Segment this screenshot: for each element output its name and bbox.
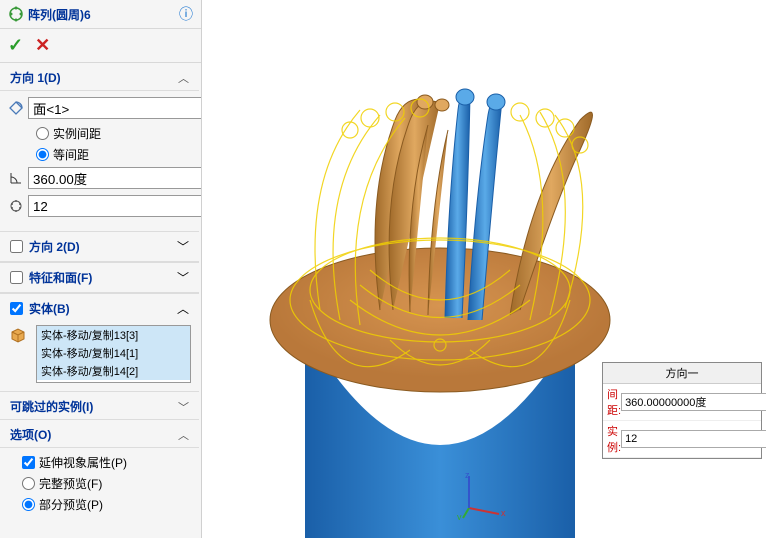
panel-title: 阵列(圆周)6 xyxy=(28,6,179,23)
section-options-header[interactable]: 选项(O) ︿ xyxy=(0,420,199,448)
list-item[interactable]: 实体-移动/复制13[3] xyxy=(37,326,190,344)
section-bodies-body: 实体-移动/复制13[3] 实体-移动/复制14[1] 实体-移动/复制14[2… xyxy=(0,323,199,391)
svg-text:y: y xyxy=(457,512,462,520)
axis-icon[interactable] xyxy=(8,98,24,118)
callout-header: 方向一 xyxy=(603,363,761,384)
callout-instance-spinner[interactable]: ▲▼ xyxy=(621,430,766,448)
circular-pattern-icon xyxy=(8,6,24,22)
chevron-down-icon: ﹀ xyxy=(177,269,189,286)
section-title: 实体(B) xyxy=(29,300,177,317)
axis-input[interactable] xyxy=(28,97,201,119)
option-label: 完整预览(F) xyxy=(39,475,102,492)
section-title: 特征和面(F) xyxy=(29,269,177,286)
cancel-button[interactable]: ✕ xyxy=(35,35,50,56)
option-partial-preview[interactable]: 部分预览(P) xyxy=(22,496,191,513)
partial-preview-radio[interactable] xyxy=(22,498,35,511)
chevron-down-icon: ﹀ xyxy=(178,399,189,415)
bodies-listbox[interactable]: 实体-移动/复制13[3] 实体-移动/复制14[1] 实体-移动/复制14[2… xyxy=(36,325,191,383)
radio-equal-input[interactable] xyxy=(36,148,49,161)
count-icon xyxy=(8,196,24,216)
option-full-preview[interactable]: 完整预览(F) xyxy=(22,475,191,492)
viewport-3d[interactable]: x y z 方向一 间距: ▲▼ 实例: ▲▼ xyxy=(202,0,766,538)
option-label: 部分预览(P) xyxy=(39,496,103,513)
count-spinner[interactable]: ▲▼ xyxy=(28,195,201,217)
radio-instance-spacing[interactable]: 实例间距 xyxy=(36,125,191,142)
full-preview-radio[interactable] xyxy=(22,477,35,490)
chevron-up-icon: ︿ xyxy=(177,300,189,317)
angle-spinner[interactable]: ▲▼ xyxy=(28,167,201,189)
property-panel: 阵列(圆周)6 ⓘ ✓ ✕ 方向 1(D) ︿ 实例间距 等间距 xyxy=(0,0,202,538)
section-direction1-body: 实例间距 等间距 ▲▼ ▲▼ xyxy=(0,91,199,231)
ok-button[interactable]: ✓ xyxy=(8,35,23,56)
bodies-checkbox[interactable] xyxy=(10,302,23,315)
angle-input[interactable] xyxy=(28,167,201,189)
callout-spacing-spinner[interactable]: ▲▼ xyxy=(621,393,766,411)
svg-text:x: x xyxy=(501,508,506,518)
callout-instance-label: 实例: xyxy=(607,423,621,455)
section-options-body: 延伸视象属性(P) 完整预览(F) 部分预览(P) xyxy=(0,448,199,525)
section-skip-header[interactable]: 可跳过的实例(I) ﹀ xyxy=(0,391,199,420)
count-input[interactable] xyxy=(28,195,201,217)
option-propagate[interactable]: 延伸视象属性(P) xyxy=(22,454,191,471)
radio-label: 等间距 xyxy=(53,146,89,163)
callout-spacing-input[interactable] xyxy=(621,393,766,411)
help-icon[interactable]: ⓘ xyxy=(179,4,193,24)
direction-callout[interactable]: 方向一 间距: ▲▼ 实例: ▲▼ xyxy=(602,362,762,459)
features-checkbox[interactable] xyxy=(10,271,23,284)
panel-body: 方向 1(D) ︿ 实例间距 等间距 ▲▼ xyxy=(0,63,201,538)
body-icon xyxy=(8,325,28,345)
list-item[interactable]: 实体-移动/复制14[2] xyxy=(37,362,190,380)
list-item[interactable]: 实体-移动/复制14[1] xyxy=(37,344,190,362)
angle-icon xyxy=(8,168,24,188)
chevron-up-icon: ︿ xyxy=(178,70,189,86)
svg-text:z: z xyxy=(465,470,470,480)
panel-header: 阵列(圆周)6 ⓘ xyxy=(0,0,201,29)
axis-triad: x y z xyxy=(457,470,507,523)
section-title: 方向 2(D) xyxy=(29,238,177,255)
callout-instance-input[interactable] xyxy=(621,430,766,448)
direction2-checkbox[interactable] xyxy=(10,240,23,253)
propagate-checkbox[interactable] xyxy=(22,456,35,469)
radio-label: 实例间距 xyxy=(53,125,101,142)
option-label: 延伸视象属性(P) xyxy=(39,454,127,471)
chevron-up-icon: ︿ xyxy=(178,427,189,443)
section-title: 方向 1(D) xyxy=(10,69,61,86)
radio-equal-spacing[interactable]: 等间距 xyxy=(36,146,191,163)
section-title: 可跳过的实例(I) xyxy=(10,398,93,415)
chevron-down-icon: ﹀ xyxy=(177,238,189,255)
section-direction2[interactable]: 方向 2(D) ﹀ xyxy=(0,231,199,262)
section-direction1-header[interactable]: 方向 1(D) ︿ xyxy=(0,63,199,91)
radio-instance-input[interactable] xyxy=(36,127,49,140)
confirm-bar: ✓ ✕ xyxy=(0,29,201,63)
callout-spacing-label: 间距: xyxy=(607,386,621,418)
section-title: 选项(O) xyxy=(10,426,51,443)
section-features[interactable]: 特征和面(F) ﹀ xyxy=(0,262,199,293)
section-bodies-header[interactable]: 实体(B) ︿ xyxy=(0,293,199,323)
